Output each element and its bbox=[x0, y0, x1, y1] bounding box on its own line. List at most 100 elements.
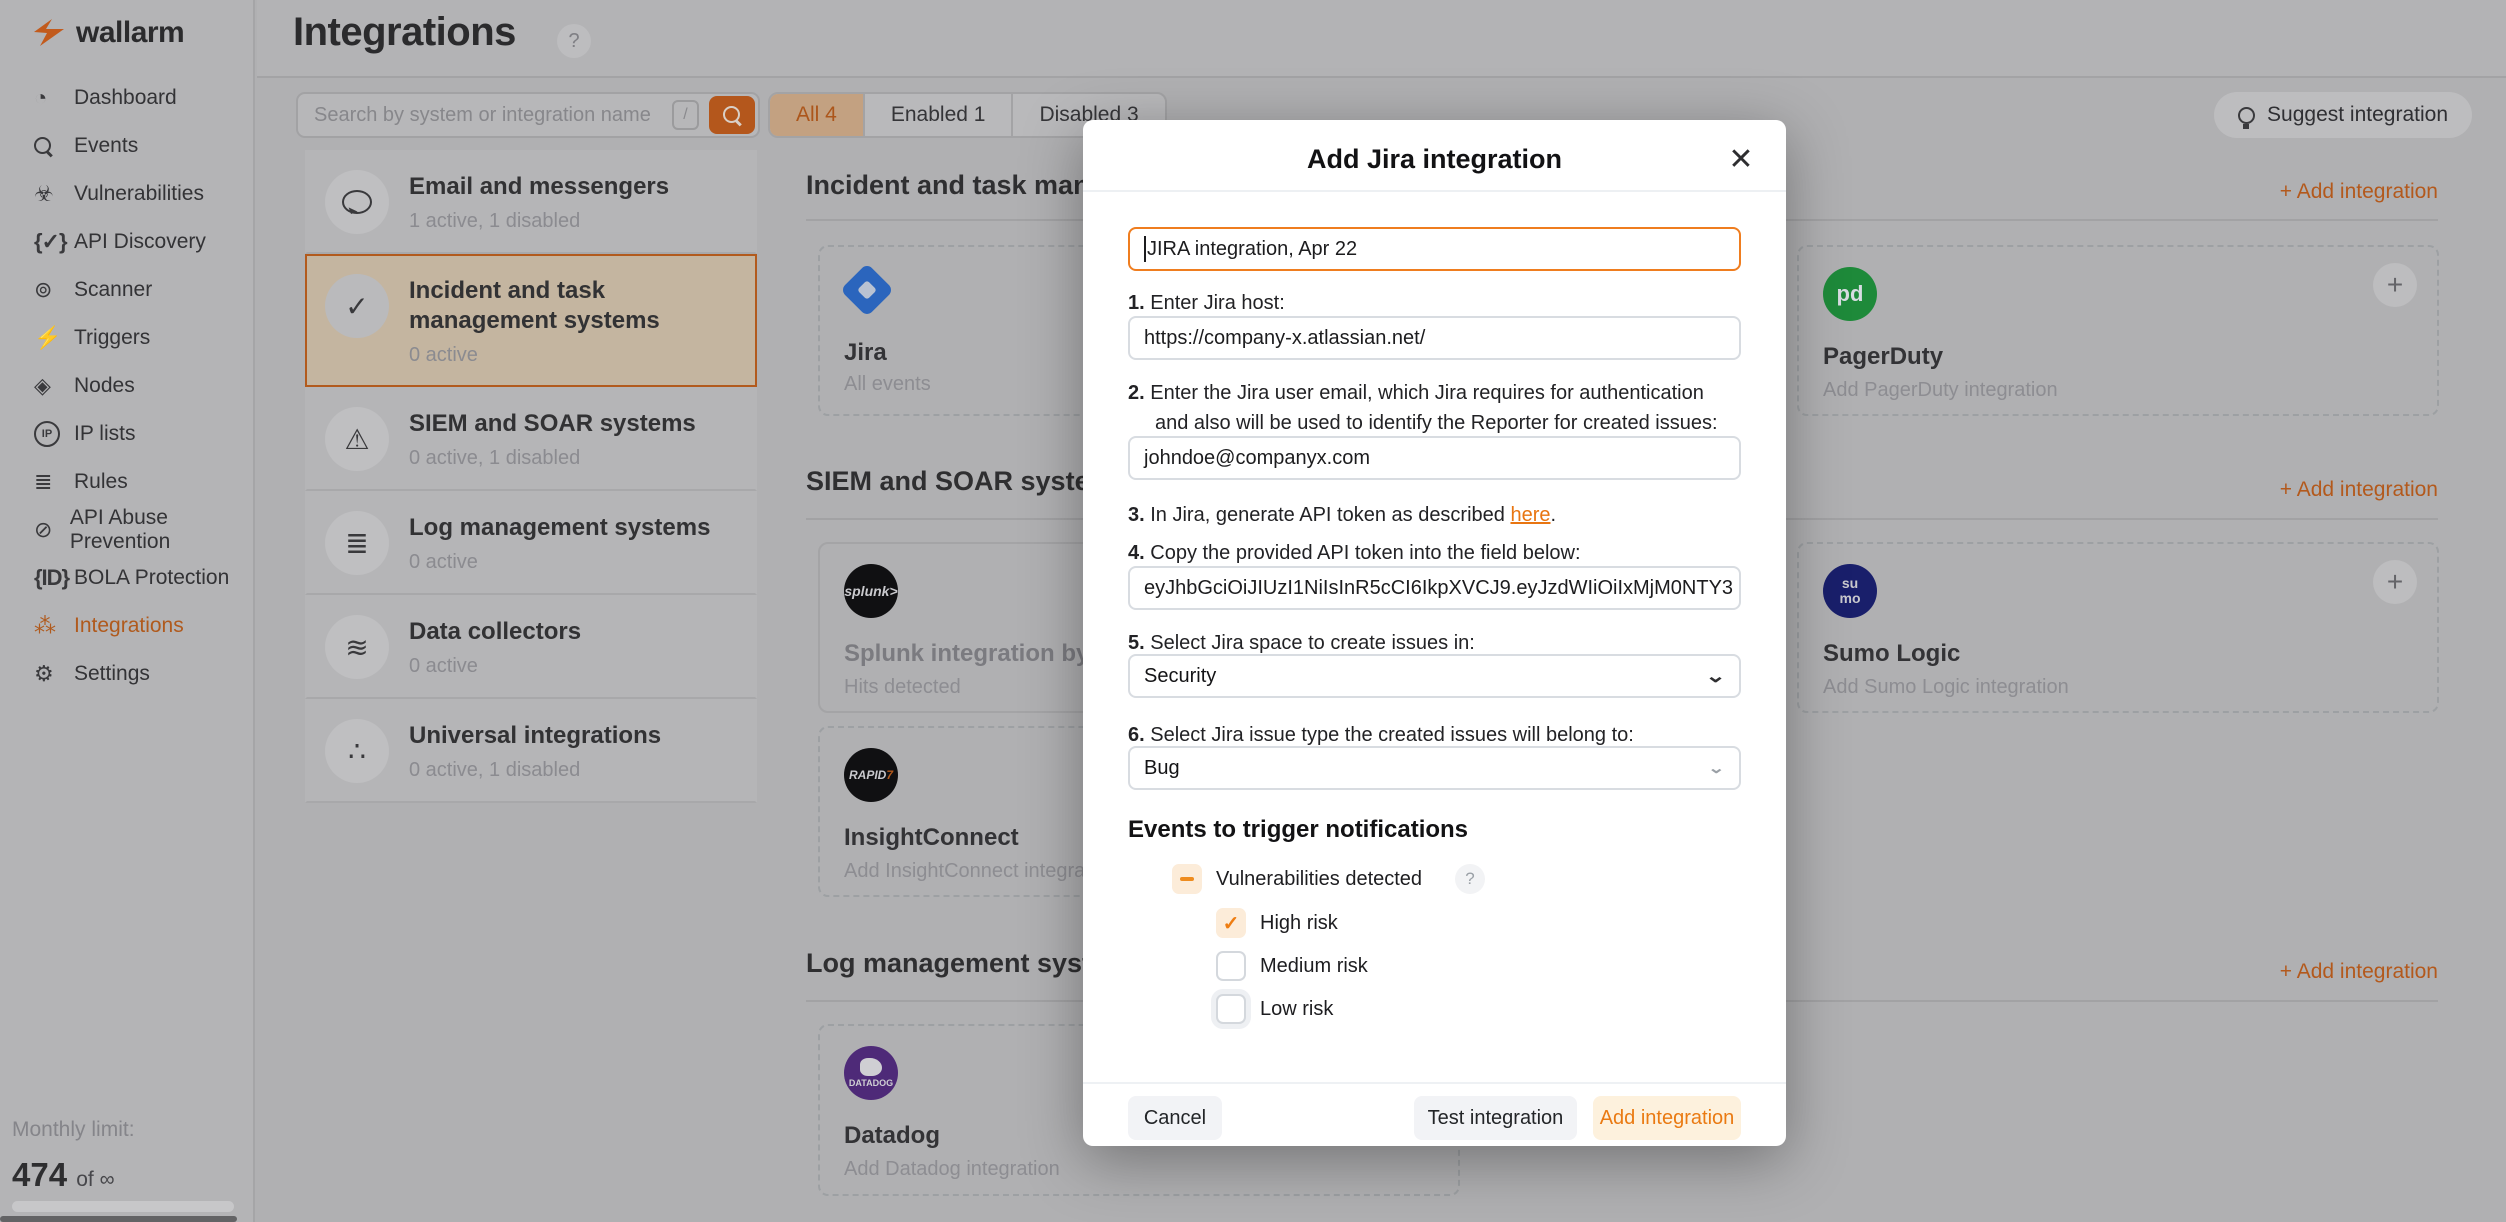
help-icon[interactable]: ? bbox=[1455, 864, 1485, 894]
add-integration-link[interactable]: + Add integration bbox=[2280, 180, 2438, 204]
search-shortcut-key: / bbox=[672, 100, 699, 130]
plus-icon[interactable]: + bbox=[2373, 263, 2417, 307]
search-icon bbox=[723, 106, 741, 124]
braces-check-icon: {✓} bbox=[34, 229, 74, 255]
monthly-limit-label: Monthly limit: bbox=[12, 1118, 135, 1142]
sidebar-item-ip-lists[interactable]: IPIP lists bbox=[0, 410, 253, 458]
low-risk-label: Low risk bbox=[1260, 994, 1333, 1024]
search-placeholder: Search by system or integration name bbox=[314, 104, 672, 127]
sumologic-logo-icon: sumo bbox=[1823, 564, 1877, 618]
sidebar-item-integrations[interactable]: ⁂Integrations bbox=[0, 602, 253, 650]
add-jira-integration-modal: Add Jira integration ✕ JIRA integration,… bbox=[1083, 120, 1786, 1146]
sidebar-item-api-discovery[interactable]: {✓}API Discovery bbox=[0, 218, 253, 266]
card-pagerduty[interactable]: pd + PagerDuty Add PagerDuty integration bbox=[1797, 245, 2439, 416]
vulnerabilities-detected-label: Vulnerabilities detected bbox=[1216, 864, 1422, 894]
category-log-management[interactable]: ≣ Log management systems0 active bbox=[305, 491, 757, 595]
plus-icon[interactable]: + bbox=[2373, 560, 2417, 604]
monthly-limit-suffix: of ∞ bbox=[76, 1168, 114, 1191]
sidebar-item-api-abuse-prevention[interactable]: ⊘API Abuse Prevention bbox=[0, 506, 253, 554]
monthly-limit: Monthly limit: 474 of ∞ bbox=[12, 1118, 135, 1194]
gear-icon: ⚙ bbox=[34, 661, 74, 687]
step-3-label: 3. In Jira, generate API token as descri… bbox=[1128, 500, 1773, 530]
radar-icon: ⊚ bbox=[34, 277, 74, 303]
text-caret bbox=[1144, 236, 1146, 262]
horizontal-scrollbar[interactable] bbox=[0, 1216, 237, 1222]
wallarm-bolt-icon bbox=[32, 19, 66, 47]
suggest-integration-button[interactable]: Suggest integration bbox=[2214, 92, 2472, 138]
sidebar: wallarm ◔Dashboard Events ☣Vulnerabiliti… bbox=[0, 0, 255, 1222]
jira-host-input[interactable]: https://company-x.atlassian.net/ bbox=[1128, 316, 1741, 360]
low-risk-checkbox[interactable] bbox=[1216, 994, 1246, 1024]
stack-icon: ≣ bbox=[325, 511, 389, 575]
sidebar-item-bola-protection[interactable]: {ID}BOLA Protection bbox=[0, 554, 253, 602]
test-integration-button[interactable]: Test integration bbox=[1414, 1096, 1577, 1140]
chat-bubble-icon bbox=[325, 170, 389, 234]
rapid7-logo-icon: RAPID7 bbox=[844, 748, 898, 802]
sidebar-item-settings[interactable]: ⚙Settings bbox=[0, 650, 253, 698]
tab-enabled[interactable]: Enabled 1 bbox=[865, 94, 1014, 136]
add-integration-button[interactable]: Add integration bbox=[1593, 1096, 1741, 1140]
database-icon: ≋ bbox=[325, 615, 389, 679]
sidebar-item-rules[interactable]: ≣Rules bbox=[0, 458, 253, 506]
warning-icon: ⚠ bbox=[325, 407, 389, 471]
check-icon: ✓ bbox=[325, 274, 389, 338]
step-4-label: 4. Copy the provided API token into the … bbox=[1128, 538, 1773, 568]
search-input[interactable]: Search by system or integration name / bbox=[296, 92, 760, 138]
links-icon: ∴ bbox=[325, 719, 389, 783]
sidebar-item-scanner[interactable]: ⊚Scanner bbox=[0, 266, 253, 314]
medium-risk-label: Medium risk bbox=[1260, 951, 1368, 981]
events-heading: Events to trigger notifications bbox=[1128, 816, 1468, 844]
sidebar-item-vulnerabilities[interactable]: ☣Vulnerabilities bbox=[0, 170, 253, 218]
chevron-down-icon: ⌄ bbox=[1708, 759, 1726, 777]
sidebar-nav: ◔Dashboard Events ☣Vulnerabilities {✓}AP… bbox=[0, 74, 253, 698]
brand-name: wallarm bbox=[76, 16, 184, 50]
sidebar-item-dashboard[interactable]: ◔Dashboard bbox=[0, 74, 253, 122]
lightbulb-icon bbox=[2238, 107, 2255, 124]
jira-email-input[interactable]: johndoe@companyx.com bbox=[1128, 436, 1741, 480]
close-icon[interactable]: ✕ bbox=[1724, 142, 1758, 176]
category-siem-soar[interactable]: ⚠ SIEM and SOAR systems0 active, 1 disab… bbox=[305, 387, 757, 491]
category-universal-integrations[interactable]: ∴ Universal integrations0 active, 1 disa… bbox=[305, 699, 757, 803]
ip-circle-icon: IP bbox=[34, 421, 74, 447]
modal-header-divider bbox=[1083, 190, 1786, 192]
tab-all[interactable]: All 4 bbox=[770, 94, 865, 136]
jira-logo-icon bbox=[840, 263, 894, 317]
jira-issue-type-select[interactable]: Bug⌄ bbox=[1128, 746, 1741, 790]
medium-risk-checkbox[interactable] bbox=[1216, 951, 1246, 981]
bot-blocked-icon: ⊘ bbox=[34, 517, 70, 543]
sidebar-item-triggers[interactable]: ⚡Triggers bbox=[0, 314, 253, 362]
chevron-down-icon: ⌄ bbox=[1705, 666, 1726, 687]
section-title-siem-soar: SIEM and SOAR systems bbox=[806, 466, 1129, 497]
integrations-icon: ⁂ bbox=[34, 613, 74, 639]
gauge-icon: ◔ bbox=[34, 85, 74, 111]
add-integration-link[interactable]: + Add integration bbox=[2280, 478, 2438, 502]
step-1-label: 1. Enter Jira host: bbox=[1128, 288, 1773, 318]
integration-name-input[interactable]: JIRA integration, Apr 22 bbox=[1128, 227, 1741, 271]
modal-title: Add Jira integration bbox=[1083, 144, 1786, 175]
monthly-limit-progressbar bbox=[12, 1201, 234, 1212]
biohazard-icon: ☣ bbox=[34, 181, 74, 207]
here-link[interactable]: here bbox=[1510, 504, 1550, 526]
pagerduty-logo-icon: pd bbox=[1823, 267, 1877, 321]
cancel-button[interactable]: Cancel bbox=[1128, 1096, 1222, 1140]
category-data-collectors[interactable]: ≋ Data collectors0 active bbox=[305, 595, 757, 699]
search-button[interactable] bbox=[709, 96, 755, 134]
jira-space-select[interactable]: Security⌄ bbox=[1128, 654, 1741, 698]
category-incident-task-management[interactable]: ✓ Incident and task management systems0 … bbox=[305, 254, 757, 387]
datadog-logo-icon: DATADOG bbox=[844, 1046, 898, 1100]
category-email-messengers[interactable]: Email and messengers1 active, 1 disabled bbox=[305, 150, 757, 254]
sidebar-item-events[interactable]: Events bbox=[0, 122, 253, 170]
page-help-icon[interactable]: ? bbox=[557, 24, 591, 58]
checklist-icon: ≣ bbox=[34, 469, 74, 495]
search-icon bbox=[34, 137, 74, 155]
high-risk-label: High risk bbox=[1260, 908, 1338, 938]
add-integration-link[interactable]: + Add integration bbox=[2280, 960, 2438, 984]
api-token-input[interactable]: eyJhbGciOiJIUzI1NiIsInR5cCI6IkpXVCJ9.eyJ… bbox=[1128, 566, 1741, 610]
card-sumologic[interactable]: sumo + Sumo Logic Add Sumo Logic integra… bbox=[1797, 542, 2439, 713]
splunk-logo-icon: splunk> bbox=[844, 564, 898, 618]
vulnerabilities-detected-checkbox[interactable] bbox=[1172, 864, 1202, 894]
high-risk-checkbox[interactable]: ✓ bbox=[1216, 908, 1246, 938]
modal-footer-divider bbox=[1083, 1082, 1786, 1084]
hexagon-icon: ◈ bbox=[34, 373, 74, 399]
sidebar-item-nodes[interactable]: ◈Nodes bbox=[0, 362, 253, 410]
